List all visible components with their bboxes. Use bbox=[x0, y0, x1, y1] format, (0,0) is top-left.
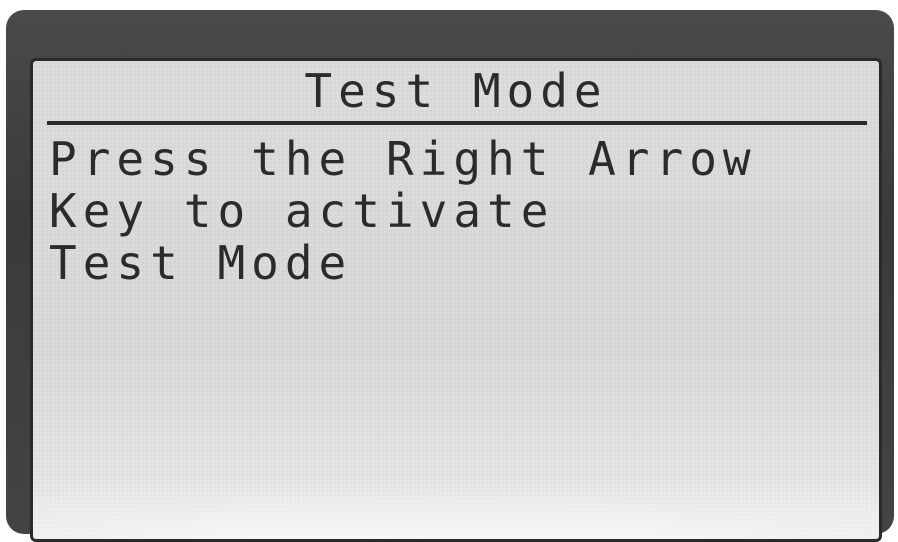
screen-title: Test Mode bbox=[304, 64, 608, 118]
device-bezel: Test Mode Press the Right Arrow Key to a… bbox=[6, 10, 894, 542]
lcd-screen: Test Mode Press the Right Arrow Key to a… bbox=[30, 58, 882, 542]
instruction-line-2: Key to activate bbox=[49, 184, 555, 238]
screen-glare bbox=[33, 469, 879, 539]
instruction-line-1: Press the Right Arrow bbox=[49, 132, 757, 186]
instruction-line-3: Test Mode bbox=[49, 236, 353, 290]
title-underline bbox=[47, 121, 867, 125]
